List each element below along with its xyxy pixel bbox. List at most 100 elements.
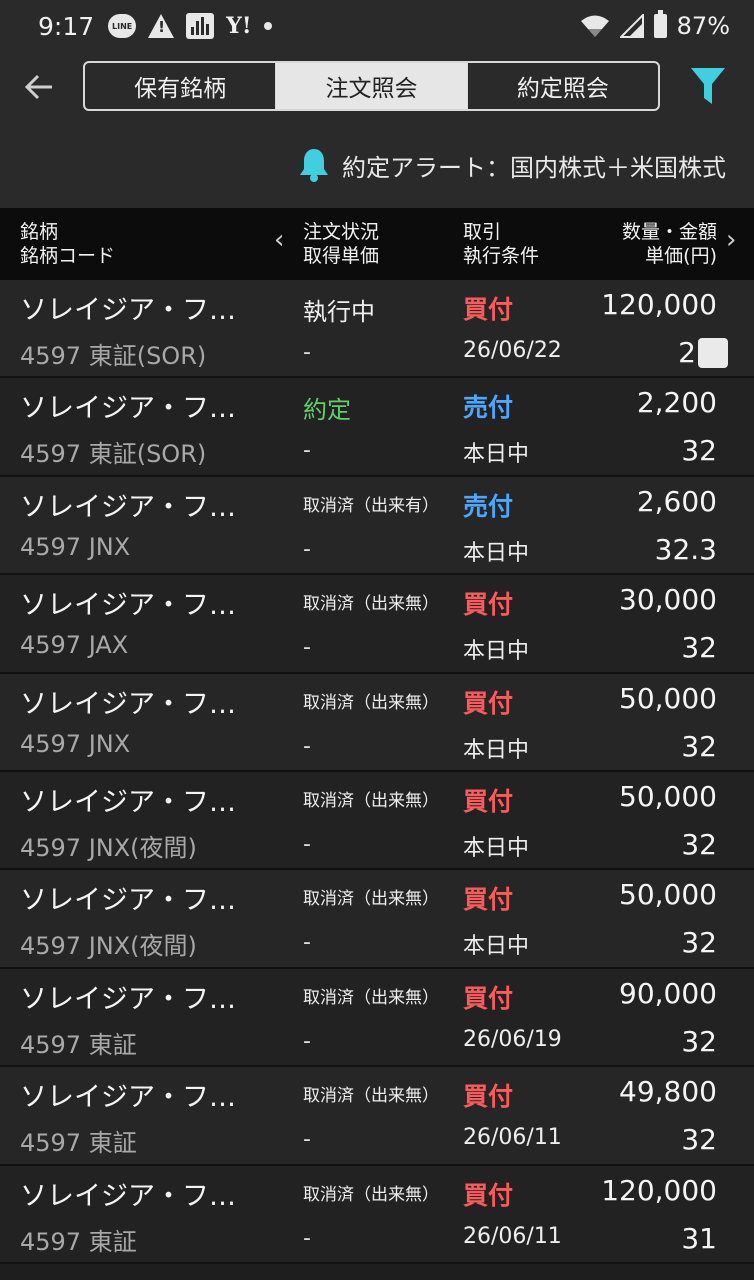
chart-app-icon <box>186 13 215 39</box>
unit-price: 32 <box>681 631 717 665</box>
order-status: 取消済（出来無） <box>303 790 439 811</box>
trade-side: 買付 <box>463 786 514 816</box>
symbol-code: 4597 JNX(夜間) <box>20 932 197 961</box>
quantity: 50,000 <box>619 878 717 912</box>
filter-icon[interactable] <box>690 66 726 106</box>
unit-price: 32 <box>681 729 717 763</box>
unit-price: 32 <box>681 1024 717 1058</box>
trade-side: 買付 <box>463 295 514 324</box>
col-unit-price-label: 単価(円) <box>645 245 717 267</box>
tab-order-inquiry[interactable]: 注文照会 <box>276 63 468 109</box>
execution-condition: 本日中 <box>463 737 530 763</box>
trade-side: 買付 <box>463 1180 514 1210</box>
tab-holdings[interactable]: 保有銘柄 <box>85 63 277 109</box>
execution-condition: 本日中 <box>463 934 530 960</box>
symbol-name: ソレイジア・フ… <box>20 688 236 720</box>
symbol-name: ソレイジア・フ… <box>20 295 236 326</box>
quantity: 50,000 <box>619 681 717 715</box>
acquisition-price: - <box>303 536 311 562</box>
trade-side: 買付 <box>463 590 514 620</box>
order-status: 取消済（出来無） <box>303 692 439 713</box>
signal-icon <box>619 14 644 38</box>
unit-price: 32 <box>681 827 717 861</box>
back-arrow-icon[interactable] <box>24 68 60 104</box>
order-row[interactable]: ソレイジア・フ… 4597 JNX 取消済（出来有） - 売付 本日中 2,60… <box>0 476 754 576</box>
col-symbol-code-label: 銘柄コード <box>20 245 116 267</box>
execution-condition: 本日中 <box>463 540 530 566</box>
symbol-code: 4597 東証(SOR) <box>20 342 207 370</box>
unit-price: 2 <box>678 336 696 369</box>
status-bar: 9:17 LINE Y! 87% <box>0 0 754 52</box>
acquisition-price: - <box>303 1225 311 1251</box>
order-list: ソレイジア・フ… 4597 東証(SOR) 執行中 - 買付 26/06/22 … <box>0 280 754 1264</box>
order-row[interactable]: ソレイジア・フ… 4597 JAX 取消済（出来無） - 買付 本日中 30,0… <box>0 575 754 674</box>
tab-segmented-control: 保有銘柄 注文照会 約定照会 <box>83 61 660 111</box>
acquisition-price: - <box>303 930 311 956</box>
unit-price: 32 <box>681 926 717 960</box>
col-trade-header: 取引 執行条件 <box>463 220 539 268</box>
acquisition-price: - <box>303 1028 311 1054</box>
acquisition-price: - <box>303 438 311 464</box>
symbol-name: ソレイジア・フ… <box>20 1180 236 1212</box>
tab-execution-inquiry[interactable]: 約定照会 <box>468 63 658 109</box>
col-condition-label: 執行条件 <box>463 245 540 267</box>
col-cost-label: 取得単価 <box>303 245 380 267</box>
quantity: 50,000 <box>619 779 717 813</box>
execution-condition: 本日中 <box>463 639 530 665</box>
order-row[interactable]: ソレイジア・フ… 4597 JNX(夜間) 取消済（出来無） - 買付 本日中 … <box>0 870 754 969</box>
col-symbol-header: 銘柄 銘柄コード <box>20 220 115 268</box>
symbol-name: ソレイジア・フ… <box>20 491 236 523</box>
trade-side: 買付 <box>463 688 514 718</box>
symbol-code: 4597 JNX <box>20 532 131 561</box>
status-time: 9:17 <box>38 11 95 41</box>
overlay-square-icon <box>698 338 728 368</box>
acquisition-price: - <box>303 1127 311 1153</box>
symbol-code: 4597 JNX(夜間) <box>20 833 197 862</box>
acquisition-price: - <box>303 340 311 365</box>
order-status: 取消済（出来無） <box>303 889 439 910</box>
execution-condition: 本日中 <box>463 442 530 468</box>
symbol-code: 4597 東証(SOR) <box>20 440 207 469</box>
yahoo-app-icon: Y! <box>226 13 252 39</box>
col-symbol-label: 銘柄 <box>20 221 59 243</box>
status-right: 87% <box>580 10 730 40</box>
quantity: 2,200 <box>636 386 717 420</box>
quantity: 120,000 <box>601 288 717 321</box>
execution-condition: 26/06/22 <box>463 338 562 363</box>
acquisition-price: - <box>303 831 311 857</box>
more-notifications-dot-icon <box>263 22 272 30</box>
battery-percent: 87% <box>676 12 730 40</box>
col-status-header: 注文状況 取得単価 <box>303 220 379 268</box>
order-status: 取消済（出来無） <box>303 987 439 1008</box>
column-header: 銘柄 銘柄コード ‹ 注文状況 取得単価 取引 執行条件 数量・金額 単価(円)… <box>0 208 754 280</box>
execution-condition: 26/06/11 <box>463 1223 562 1249</box>
unit-price: 32 <box>681 434 717 468</box>
symbol-name: ソレイジア・フ… <box>20 393 236 425</box>
battery-icon <box>653 10 667 38</box>
order-row[interactable]: ソレイジア・フ… 4597 JNX(夜間) 取消済（出来無） - 買付 本日中 … <box>0 771 754 871</box>
col-trade-label: 取引 <box>463 221 502 243</box>
order-row[interactable]: ソレイジア・フ… 4597 東証 取消済（出来無） - 買付 26/06/11 … <box>0 1165 754 1264</box>
trade-side: 売付 <box>463 491 514 521</box>
order-status: 取消済（出来有） <box>303 495 439 516</box>
chevron-right-icon[interactable]: › <box>726 227 736 253</box>
order-row[interactable]: ソレイジア・フ… 4597 東証 取消済（出来無） - 買付 26/06/11 … <box>0 1067 754 1166</box>
line-app-icon: LINE <box>108 14 137 38</box>
order-row[interactable]: ソレイジア・フ… 4597 東証(SOR) 約定 - 売付 本日中 2,200 … <box>0 378 754 477</box>
order-row[interactable]: ソレイジア・フ… 4597 東証(SOR) 執行中 - 買付 26/06/22 … <box>0 280 754 379</box>
symbol-code: 4597 東証 <box>20 1129 137 1158</box>
execution-condition: 本日中 <box>463 835 530 861</box>
execution-alert-row[interactable]: 約定アラート：国内株式＋米国株式 <box>0 122 754 208</box>
chevron-left-icon[interactable]: ‹ <box>274 227 284 253</box>
symbol-name: ソレイジア・フ… <box>20 885 236 917</box>
order-row[interactable]: ソレイジア・フ… 4597 東証 取消済（出来無） - 買付 26/06/19 … <box>0 968 754 1068</box>
execution-condition: 26/06/19 <box>463 1026 562 1052</box>
order-status: 取消済（出来無） <box>303 1086 439 1107</box>
quantity: 49,800 <box>619 1075 717 1109</box>
symbol-code: 4597 JNX <box>20 729 131 758</box>
quantity: 120,000 <box>601 1173 717 1207</box>
order-status: 執行中 <box>303 298 375 326</box>
quantity: 30,000 <box>619 583 717 617</box>
order-row[interactable]: ソレイジア・フ… 4597 JNX 取消済（出来無） - 買付 本日中 50,0… <box>0 673 754 772</box>
order-status: 取消済（出来無） <box>303 594 439 615</box>
